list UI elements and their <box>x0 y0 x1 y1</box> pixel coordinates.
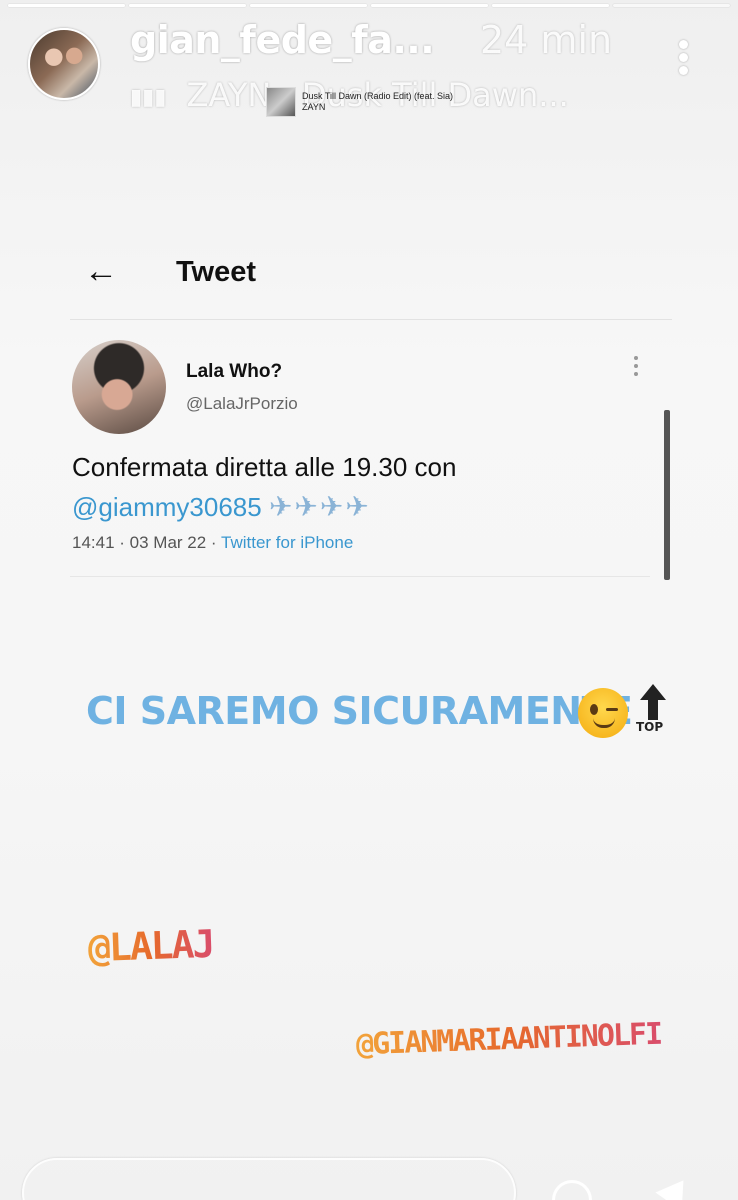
tweet-author-avatar <box>72 340 166 434</box>
story-progress-bar <box>8 4 730 7</box>
story-time: 24 min <box>480 18 613 62</box>
progress-segment <box>250 4 367 7</box>
tweet-author-handle: @LalaJrPorzio <box>186 394 298 413</box>
album-art-icon <box>266 87 296 117</box>
reply-input[interactable] <box>22 1158 516 1200</box>
top-label: TOP <box>636 720 664 734</box>
music-sticker-artist: ZAYN <box>302 102 326 112</box>
progress-segment <box>8 4 125 7</box>
tweet-more-icon <box>634 356 640 380</box>
tweet-divider <box>70 319 672 320</box>
top-arrow-icon: TOP <box>636 684 670 738</box>
progress-segment <box>613 4 730 7</box>
mention-sticker-lalaj[interactable]: @LALAJ <box>87 922 214 970</box>
progress-segment <box>492 4 609 7</box>
story-author-avatar[interactable] <box>28 28 100 100</box>
progress-segment <box>129 4 246 7</box>
tweet-meta: 14:41 · 03 Mar 22 · Twitter for iPhone <box>72 533 353 553</box>
arrow-left-icon: ← <box>84 252 118 290</box>
more-options-icon[interactable] <box>676 40 690 80</box>
story-username[interactable]: gian_fede_fa... <box>130 18 435 62</box>
tweet-timestamp: 14:41 · 03 Mar 22 · <box>72 533 221 552</box>
music-sticker-title: Dusk Till Dawn (Radio Edit) (feat. Sia) <box>302 91 454 101</box>
airplane-icon: ✈✈✈✈ <box>268 491 371 522</box>
winking-face-icon <box>578 688 628 738</box>
tweet-source: Twitter for iPhone <box>221 533 354 552</box>
tweet-text: Confermata diretta alle 19.30 con @giamm… <box>72 447 652 527</box>
scrollbar-thumb <box>664 410 670 580</box>
music-sticker-text: Dusk Till Dawn (Radio Edit) (feat. Sia) … <box>302 91 453 113</box>
music-bars-icon: ▮▮▮ <box>130 84 167 110</box>
tweet-author-name: Lala Who? <box>186 361 283 382</box>
music-sticker[interactable]: Dusk Till Dawn (Radio Edit) (feat. Sia) … <box>266 86 453 118</box>
story-caption: CI SAREMO SICURAMENTE <box>86 689 633 733</box>
tweet-mention: @giammy30685 <box>72 492 262 522</box>
tweet-text-main: Confermata diretta alle 19.30 con <box>72 452 457 482</box>
tweet-divider <box>70 576 650 577</box>
music-artist: ZAYN <box>186 76 272 114</box>
tweet-header-title: Tweet <box>176 256 257 288</box>
progress-segment <box>371 4 488 7</box>
